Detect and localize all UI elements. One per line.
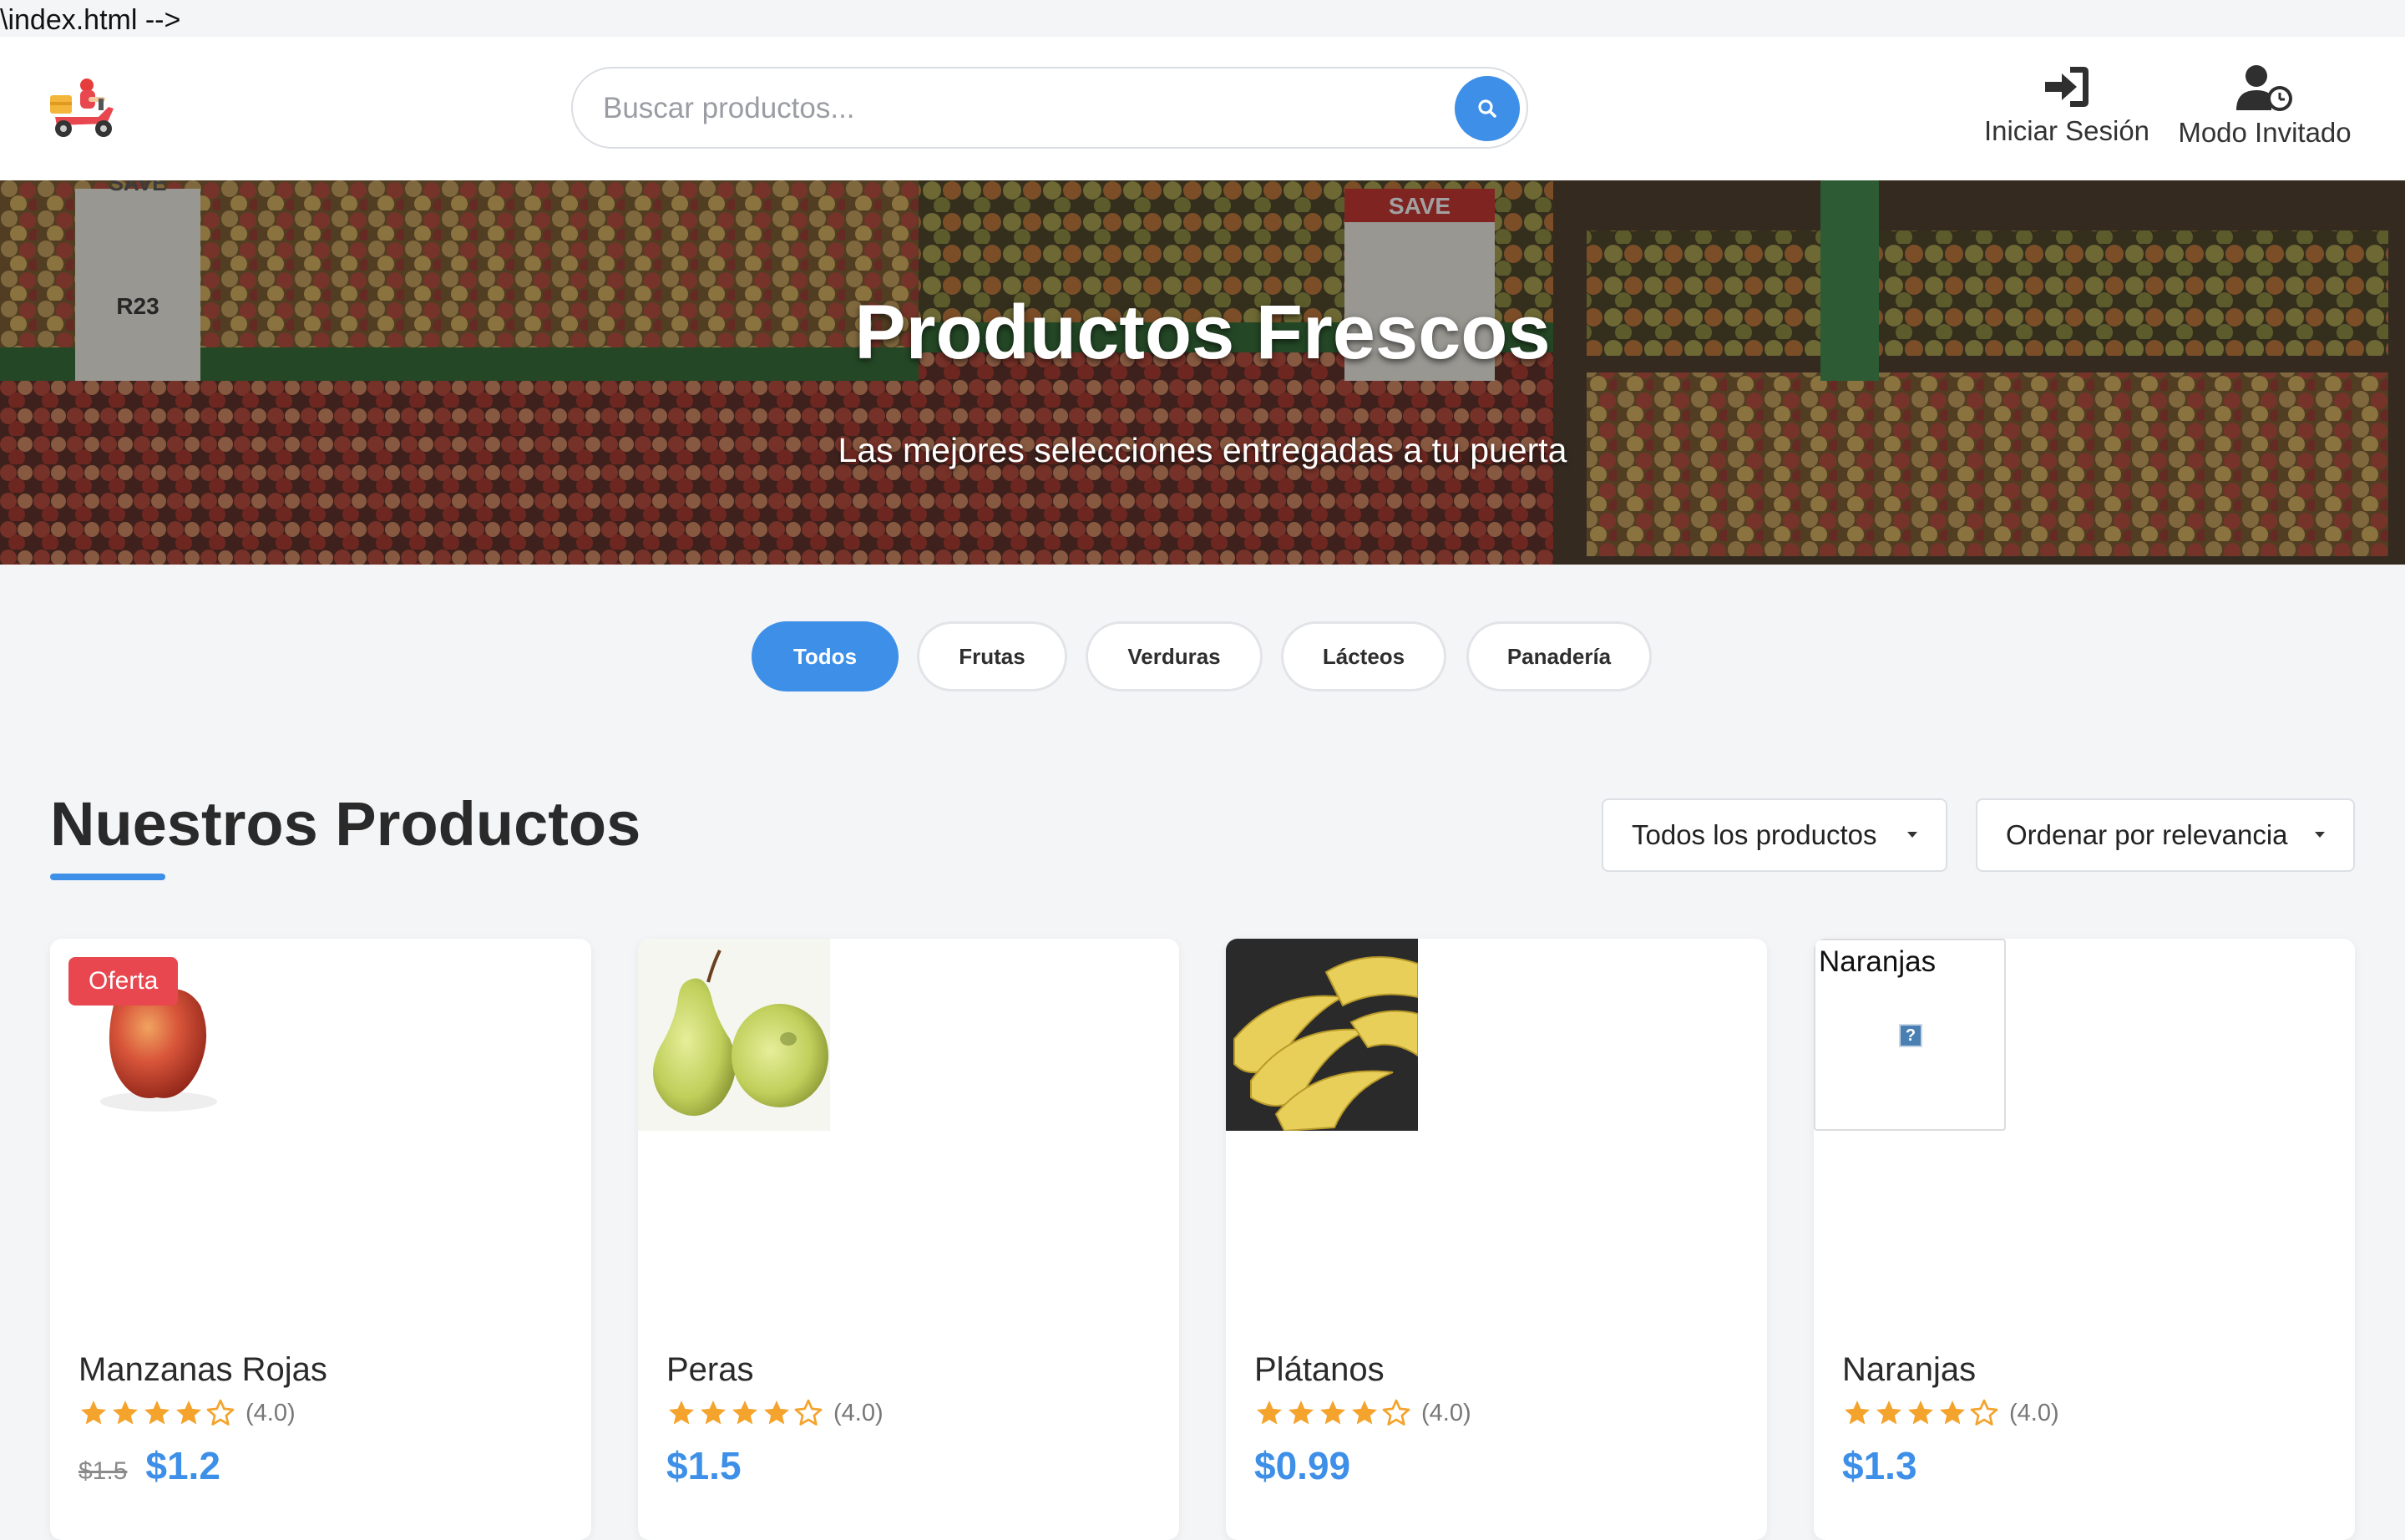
star-filled-icon — [701, 1401, 726, 1425]
star-filled-icon — [1320, 1401, 1345, 1425]
category-pill-frutas[interactable]: Frutas — [917, 621, 1067, 691]
category-pill-panaderia[interactable]: Panadería — [1466, 621, 1652, 691]
star-filled-icon — [764, 1401, 789, 1425]
price-row: $1.5 — [666, 1443, 742, 1490]
price-row: $1.5 $1.2 — [78, 1443, 220, 1490]
search-input[interactable] — [601, 68, 1423, 149]
login-button[interactable]: Iniciar Sesión — [1981, 63, 2153, 162]
product-card-manzanas-rojas[interactable]: Oferta Manzanas Rojas (4.0) $1.5 $1.2 — [50, 939, 591, 1540]
search-icon — [1478, 99, 1496, 118]
category-filter-value: Todos los productos — [1632, 819, 1877, 850]
navbar: Iniciar Sesión Modo Invitado — [0, 37, 2405, 180]
search-bar — [571, 67, 1528, 149]
chevron-down-icon — [1907, 832, 1917, 838]
rating-value: (4.0) — [1421, 1399, 1471, 1426]
rating-stars — [78, 1398, 237, 1428]
hero-title: Productos Frescos — [854, 290, 1551, 375]
rating-value: (4.0) — [833, 1399, 884, 1426]
product-card-naranjas[interactable]: Naranjas ? Naranjas (4.0) $1.3 — [1814, 939, 2355, 1540]
guest-mode-label: Modo Invitado — [2178, 117, 2352, 148]
price-row: $0.99 — [1254, 1443, 1350, 1490]
chevron-down-icon — [2315, 832, 2325, 838]
delivery-scooter-logo[interactable] — [48, 77, 119, 140]
price: $1.2 — [145, 1444, 220, 1487]
sort-select[interactable]: Ordenar por relevancia — [1976, 798, 2355, 872]
guest-mode-button[interactable]: Modo Invitado — [2173, 63, 2357, 162]
category-pill-verduras[interactable]: Verduras — [1086, 621, 1263, 691]
product-card-platanos[interactable]: Plátanos (4.0) $0.99 — [1226, 939, 1767, 1540]
category-filters: Todos Frutas Verduras Lácteos Panadería — [0, 621, 2405, 691]
star-filled-icon — [669, 1401, 694, 1425]
star-filled-icon — [81, 1401, 106, 1425]
star-filled-icon — [1940, 1401, 1965, 1425]
star-filled-icon — [1876, 1401, 1901, 1425]
star-filled-icon — [1845, 1401, 1870, 1425]
hero-subtitle: Las mejores selecciones entregadas a tu … — [838, 431, 1567, 469]
sign-in-icon — [2045, 67, 2089, 107]
category-pill-lacteos[interactable]: Lácteos — [1281, 621, 1446, 691]
rating-stars — [666, 1398, 825, 1428]
product-rating: (4.0) — [1254, 1396, 1471, 1430]
product-image-broken: Naranjas ? — [1814, 939, 2006, 1131]
rating-stars — [1254, 1398, 1413, 1428]
star-empty-icon — [1970, 1399, 1998, 1426]
product-card-peras[interactable]: Peras (4.0) $1.5 — [638, 939, 1179, 1540]
price: $1.5 — [666, 1444, 742, 1487]
rating-value: (4.0) — [2009, 1399, 2059, 1426]
star-filled-icon — [1908, 1401, 1933, 1425]
product-rating: (4.0) — [666, 1396, 884, 1430]
product-image-bananas — [1226, 939, 1418, 1131]
page-comment-text: \index.html --> — [0, 4, 181, 36]
star-filled-icon — [732, 1401, 757, 1425]
section-title: Nuestros Productos — [50, 789, 641, 859]
product-name: Peras — [666, 1351, 754, 1388]
star-empty-icon — [794, 1399, 823, 1426]
star-empty-icon — [1382, 1399, 1410, 1426]
old-price: $1.5 — [78, 1457, 128, 1485]
search-button[interactable] — [1455, 76, 1520, 141]
user-clock-icon — [2236, 65, 2292, 111]
star-filled-icon — [176, 1401, 201, 1425]
product-name: Manzanas Rojas — [78, 1351, 327, 1388]
product-rating: (4.0) — [78, 1396, 296, 1430]
broken-image-icon: ? — [1899, 1024, 1922, 1047]
price: $1.3 — [1842, 1444, 1917, 1487]
star-filled-icon — [1289, 1401, 1314, 1425]
category-pill-todos[interactable]: Todos — [752, 621, 899, 691]
product-image-pears — [638, 939, 830, 1131]
hero-banner: SAVE SAVE R23 Productos Frescos Las mejo… — [0, 180, 2405, 565]
star-filled-icon — [1257, 1401, 1282, 1425]
category-filter-select[interactable]: Todos los productos — [1602, 798, 1947, 872]
section-title-underline — [50, 874, 165, 880]
product-name: Plátanos — [1254, 1351, 1385, 1388]
price-row: $1.3 — [1842, 1443, 1917, 1490]
login-label: Iniciar Sesión — [1983, 115, 2150, 146]
product-name: Naranjas — [1842, 1351, 1977, 1388]
price: $0.99 — [1254, 1444, 1351, 1487]
star-filled-icon — [1352, 1401, 1377, 1425]
star-filled-icon — [113, 1401, 138, 1425]
star-filled-icon — [144, 1401, 170, 1425]
image-alt-text: Naranjas — [1819, 945, 1937, 978]
star-empty-icon — [206, 1399, 235, 1426]
sort-value: Ordenar por relevancia — [2006, 819, 2288, 850]
offer-badge: Oferta — [68, 957, 179, 1006]
rating-stars — [1842, 1398, 2001, 1428]
rating-value: (4.0) — [246, 1399, 296, 1426]
product-rating: (4.0) — [1842, 1396, 2059, 1430]
